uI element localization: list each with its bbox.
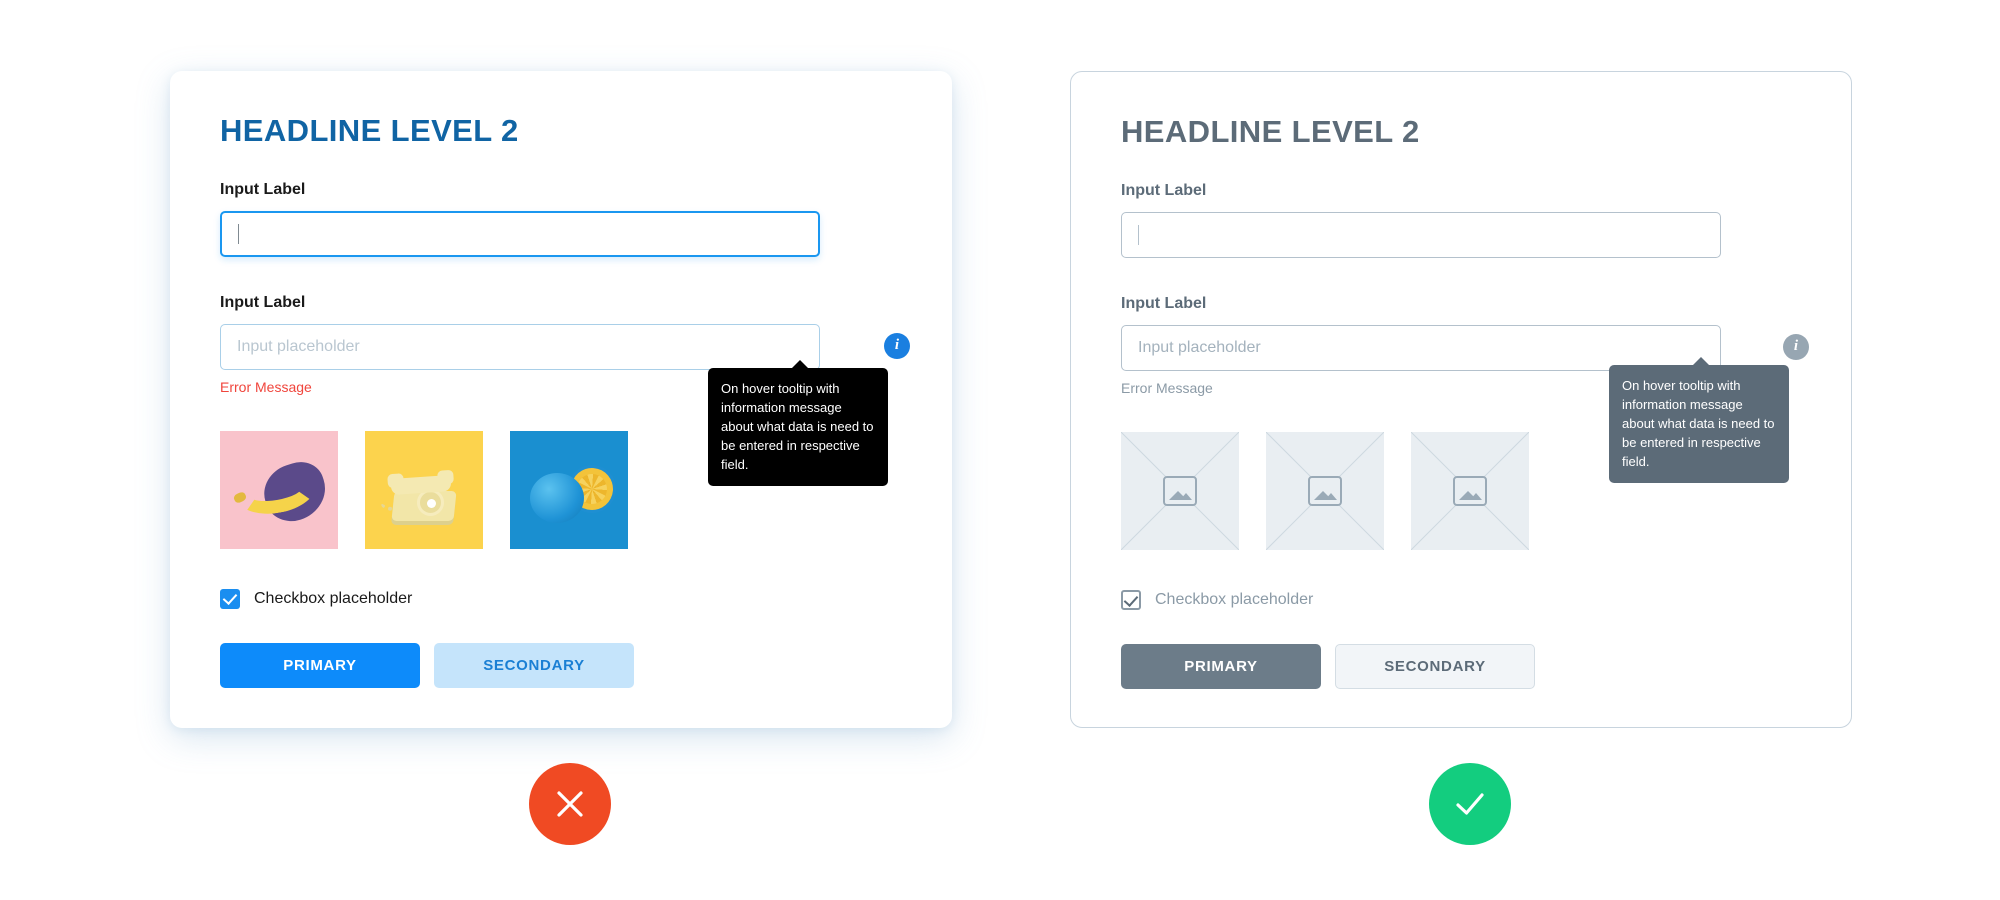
image-placeholder[interactable] xyxy=(1266,431,1384,550)
input-wrap-2: Input placeholder i On hover tooltip wit… xyxy=(1121,324,1809,484)
checkbox-row[interactable]: Checkbox placeholder xyxy=(220,588,902,609)
input-label-1: Input Label xyxy=(1121,182,1207,200)
button-row: PRIMARY SECONDARY xyxy=(220,642,902,688)
input-label-2: Input Label xyxy=(220,293,306,311)
tooltip: On hover tooltip with information messag… xyxy=(708,359,888,487)
rotary-phone-photo[interactable] xyxy=(365,430,483,549)
text-input-1[interactable] xyxy=(220,210,820,257)
text-input-2[interactable]: Input placeholder xyxy=(1121,324,1721,371)
grayscale-form-card: HEADLINE LEVEL 2 Input Label Input Label… xyxy=(1070,71,1852,728)
image-icon xyxy=(1308,475,1342,506)
color-form-card: HEADLINE LEVEL 2 Input Label Input Label… xyxy=(170,71,952,728)
checkbox[interactable] xyxy=(220,588,240,609)
secondary-button[interactable]: SECONDARY xyxy=(434,642,634,688)
form-field-1: Input Label xyxy=(1121,181,1801,258)
tooltip-text: On hover tooltip with information messag… xyxy=(1622,377,1775,470)
text-caret xyxy=(238,223,239,244)
tooltip: On hover tooltip with information messag… xyxy=(1609,356,1789,484)
blue-orange-photo[interactable] xyxy=(510,430,628,549)
checkbox-label: Checkbox placeholder xyxy=(254,589,413,607)
text-caret xyxy=(1138,224,1139,245)
form-field-2: Input Label Input placeholder i On hover… xyxy=(220,293,910,487)
input-wrap-1 xyxy=(220,210,902,257)
input-label-2: Input Label xyxy=(1121,294,1207,312)
input-label-1: Input Label xyxy=(220,181,306,199)
page-title: HEADLINE LEVEL 2 xyxy=(1121,114,1420,149)
form-field-2: Input Label Input placeholder i On hover… xyxy=(1121,294,1809,484)
image-icon xyxy=(1163,475,1197,506)
text-input-1[interactable] xyxy=(1121,211,1721,258)
form-field-1: Input Label xyxy=(220,180,902,257)
button-row: PRIMARY SECONDARY xyxy=(1121,643,1801,689)
image-icon xyxy=(1453,475,1487,506)
info-icon[interactable]: i xyxy=(884,332,910,359)
tooltip-text: On hover tooltip with information messag… xyxy=(721,380,874,473)
checkbox-row[interactable]: Checkbox placeholder xyxy=(1121,589,1801,610)
tooltip-arrow xyxy=(791,359,809,369)
comparison-stage: HEADLINE LEVEL 2 Input Label Input Label… xyxy=(0,0,2000,900)
input-wrap-2: Input placeholder i On hover tooltip wit… xyxy=(220,323,910,487)
page-title: HEADLINE LEVEL 2 xyxy=(220,113,519,148)
input-wrap-1 xyxy=(1121,211,1801,258)
checkbox[interactable] xyxy=(1121,589,1141,610)
checkbox-label: Checkbox placeholder xyxy=(1155,590,1314,608)
input-placeholder-2: Input placeholder xyxy=(1138,338,1261,356)
text-input-2[interactable]: Input placeholder xyxy=(220,323,820,370)
primary-button[interactable]: PRIMARY xyxy=(220,642,420,688)
input-placeholder-2: Input placeholder xyxy=(237,337,360,355)
secondary-button[interactable]: SECONDARY xyxy=(1335,643,1535,689)
cross-icon xyxy=(529,763,611,845)
primary-button[interactable]: PRIMARY xyxy=(1121,643,1321,689)
check-icon xyxy=(1429,763,1511,845)
info-icon[interactable]: i xyxy=(1783,333,1809,360)
orange-whole-shape xyxy=(530,472,584,523)
tooltip-arrow xyxy=(1692,356,1710,366)
image-placeholder[interactable] xyxy=(1411,431,1529,550)
image-placeholder[interactable] xyxy=(1121,431,1239,550)
banana-photo[interactable] xyxy=(220,430,338,549)
